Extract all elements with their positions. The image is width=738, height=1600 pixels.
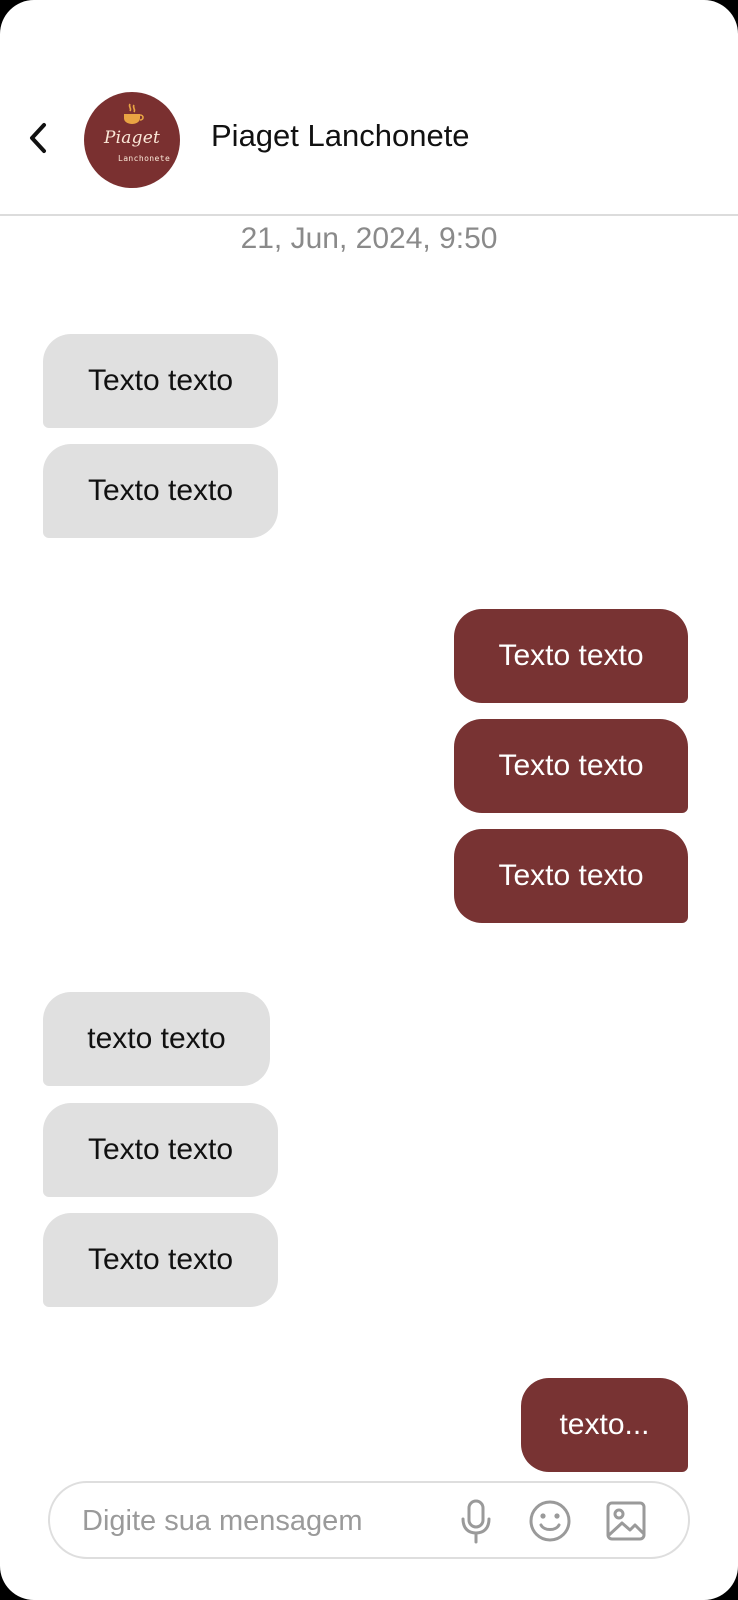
message-bubble-incoming[interactable]: texto texto — [43, 992, 270, 1086]
back-button[interactable] — [18, 112, 58, 164]
emoji-icon — [529, 1500, 571, 1542]
avatar-logo-text: Piaget — [104, 128, 160, 148]
message-bubble-outgoing[interactable]: Texto texto — [454, 719, 688, 813]
chat-header: Piaget Lanchonete Piaget Lanchonete — [0, 0, 738, 216]
chat-timestamp: 21, Jun, 2024, 9:50 — [240, 222, 498, 255]
message-bubble-outgoing[interactable]: texto... — [521, 1378, 688, 1472]
avatar-logo-subtext: Lanchonete — [118, 154, 171, 163]
avatar[interactable]: Piaget Lanchonete — [84, 92, 180, 188]
chat-screen: Piaget Lanchonete Piaget Lanchonete 21, … — [0, 0, 738, 1600]
image-icon — [606, 1501, 646, 1541]
message-bubble-incoming[interactable]: Texto texto — [43, 334, 278, 428]
message-bubble-incoming[interactable]: Texto texto — [43, 1103, 278, 1197]
chevron-left-icon — [30, 123, 46, 153]
message-bubble-incoming[interactable]: Texto texto — [43, 444, 278, 538]
emoji-button[interactable] — [524, 1495, 576, 1547]
message-input[interactable] — [80, 1499, 444, 1543]
contact-name[interactable]: Piaget Lanchonete — [211, 118, 470, 154]
image-button[interactable] — [600, 1495, 652, 1547]
microphone-button[interactable] — [450, 1495, 502, 1547]
message-bubble-incoming[interactable]: Texto texto — [43, 1213, 278, 1307]
message-composer — [48, 1481, 690, 1559]
coffee-cup-icon — [124, 103, 144, 124]
message-bubble-outgoing[interactable]: Texto texto — [454, 829, 688, 923]
message-bubble-outgoing[interactable]: Texto texto — [454, 609, 688, 703]
microphone-icon — [461, 1499, 491, 1544]
